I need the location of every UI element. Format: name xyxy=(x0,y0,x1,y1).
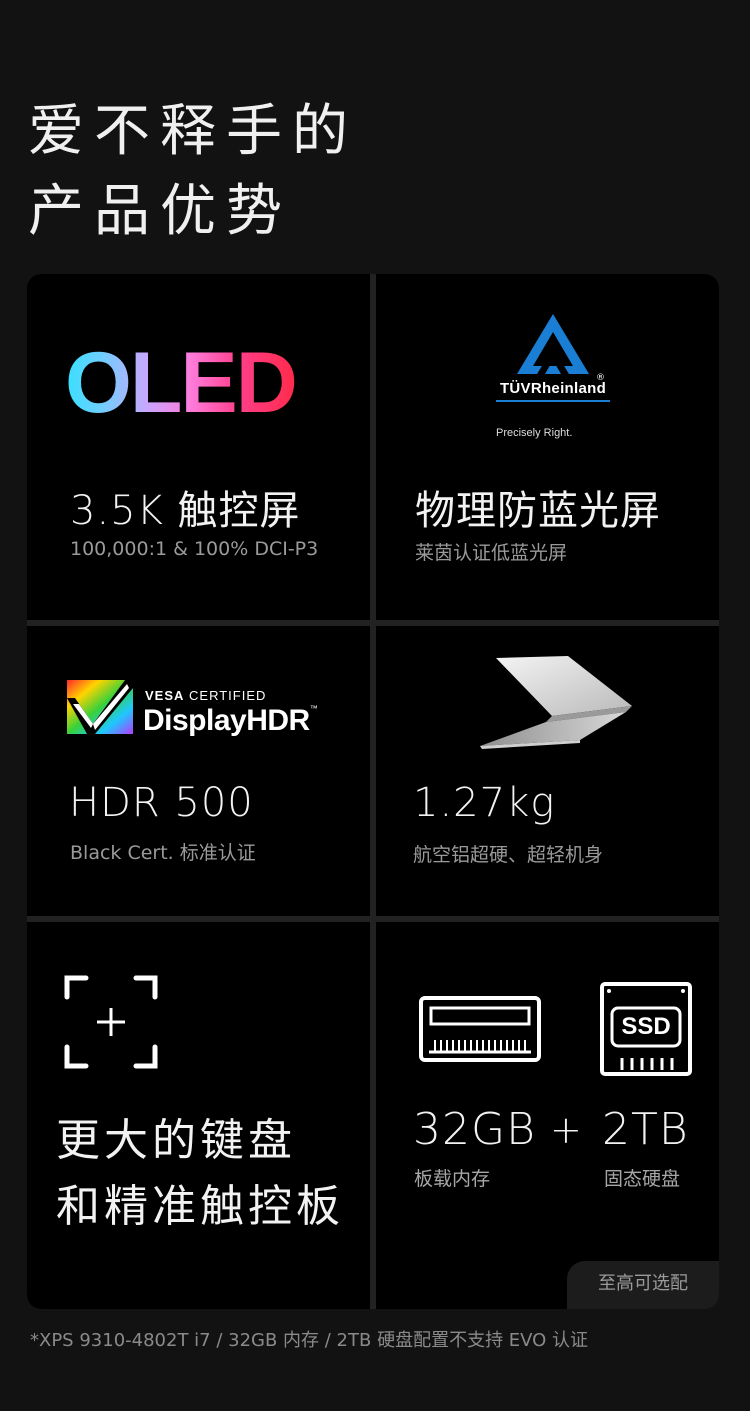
tuv-logo: ® TÜVRheinland xyxy=(493,310,613,402)
vesa-certified-label: VESA CERTIFIED xyxy=(145,688,267,703)
max-config-badge: 至高可选配 xyxy=(567,1261,719,1309)
touchpad-focus-icon xyxy=(64,975,158,1069)
feature-grid: OLED 3.5K 触控屏 100,000:1 & 100% DCI-P3 ® … xyxy=(27,274,719,1309)
tuv-wordmark: TÜVRheinland xyxy=(499,380,607,397)
headline-line-1: 爱不释手的 xyxy=(28,99,358,164)
weight-title: 1.27kg xyxy=(413,780,556,826)
headline-line-2: 产品优势 xyxy=(28,179,292,244)
vesa-displayhdr-logo: VESA CERTIFIED DisplayHDR™ xyxy=(67,680,318,738)
page-headline: 爱不释手的 产品优势 xyxy=(28,92,358,252)
tuv-registered-mark: ® xyxy=(596,373,605,383)
card-oled: OLED 3.5K 触控屏 100,000:1 & 100% DCI-P3 xyxy=(27,274,370,620)
tuv-triangle-icon xyxy=(517,314,589,374)
hdr-title: HDR 500 xyxy=(69,780,254,826)
ram-module-icon xyxy=(419,996,541,1062)
card-tuv: ® TÜVRheinland Precisely Right. 物理防蓝光屏 莱… xyxy=(376,274,719,620)
card-hdr: VESA CERTIFIED DisplayHDR™ HDR 500 Black… xyxy=(27,626,370,916)
keyboard-line-1: 更大的键盘 xyxy=(56,1115,296,1166)
laptop-icon xyxy=(480,656,632,749)
hdr-subtitle: Black Cert. 标准认证 xyxy=(70,842,256,864)
oled-title: 3.5K 触控屏 xyxy=(70,488,301,534)
ssd-capacity: 2TB xyxy=(602,1104,689,1155)
card-keyboard: 更大的键盘 和精准触控板 xyxy=(27,922,370,1309)
ssd-icon: SSD xyxy=(600,982,692,1078)
keyboard-line-2: 和精准触控板 xyxy=(56,1181,344,1232)
oled-subtitle: 100,000:1 & 100% DCI-P3 xyxy=(70,538,319,560)
tuv-slogan: Precisely Right. xyxy=(496,427,573,439)
plus-sign: + xyxy=(550,1108,583,1152)
weight-subtitle: 航空铝超硬、超轻机身 xyxy=(413,844,604,866)
footnote: *XPS 9310-4802T i7 / 32GB 内存 / 2TB 硬盘配置不… xyxy=(30,1330,589,1351)
ssd-label: 固态硬盘 xyxy=(604,1168,681,1190)
ssd-icon-label: SSD xyxy=(621,1013,671,1040)
tuv-title: 物理防蓝光屏 xyxy=(415,488,661,534)
tuv-subtitle: 莱茵认证低蓝光屏 xyxy=(415,542,568,564)
vesa-prism-icon xyxy=(67,680,133,734)
oled-logo: OLED xyxy=(65,335,298,431)
card-storage: SSD 32GB + 2TB 板载内存 固态硬盘 至高可选配 xyxy=(376,922,719,1309)
ram-label: 板载内存 xyxy=(414,1168,491,1190)
tuv-underline xyxy=(496,400,610,402)
ram-capacity: 32GB xyxy=(413,1104,536,1155)
card-weight: 1.27kg 航空铝超硬、超轻机身 xyxy=(376,626,719,916)
displayhdr-wordmark: DisplayHDR™ xyxy=(143,704,318,737)
